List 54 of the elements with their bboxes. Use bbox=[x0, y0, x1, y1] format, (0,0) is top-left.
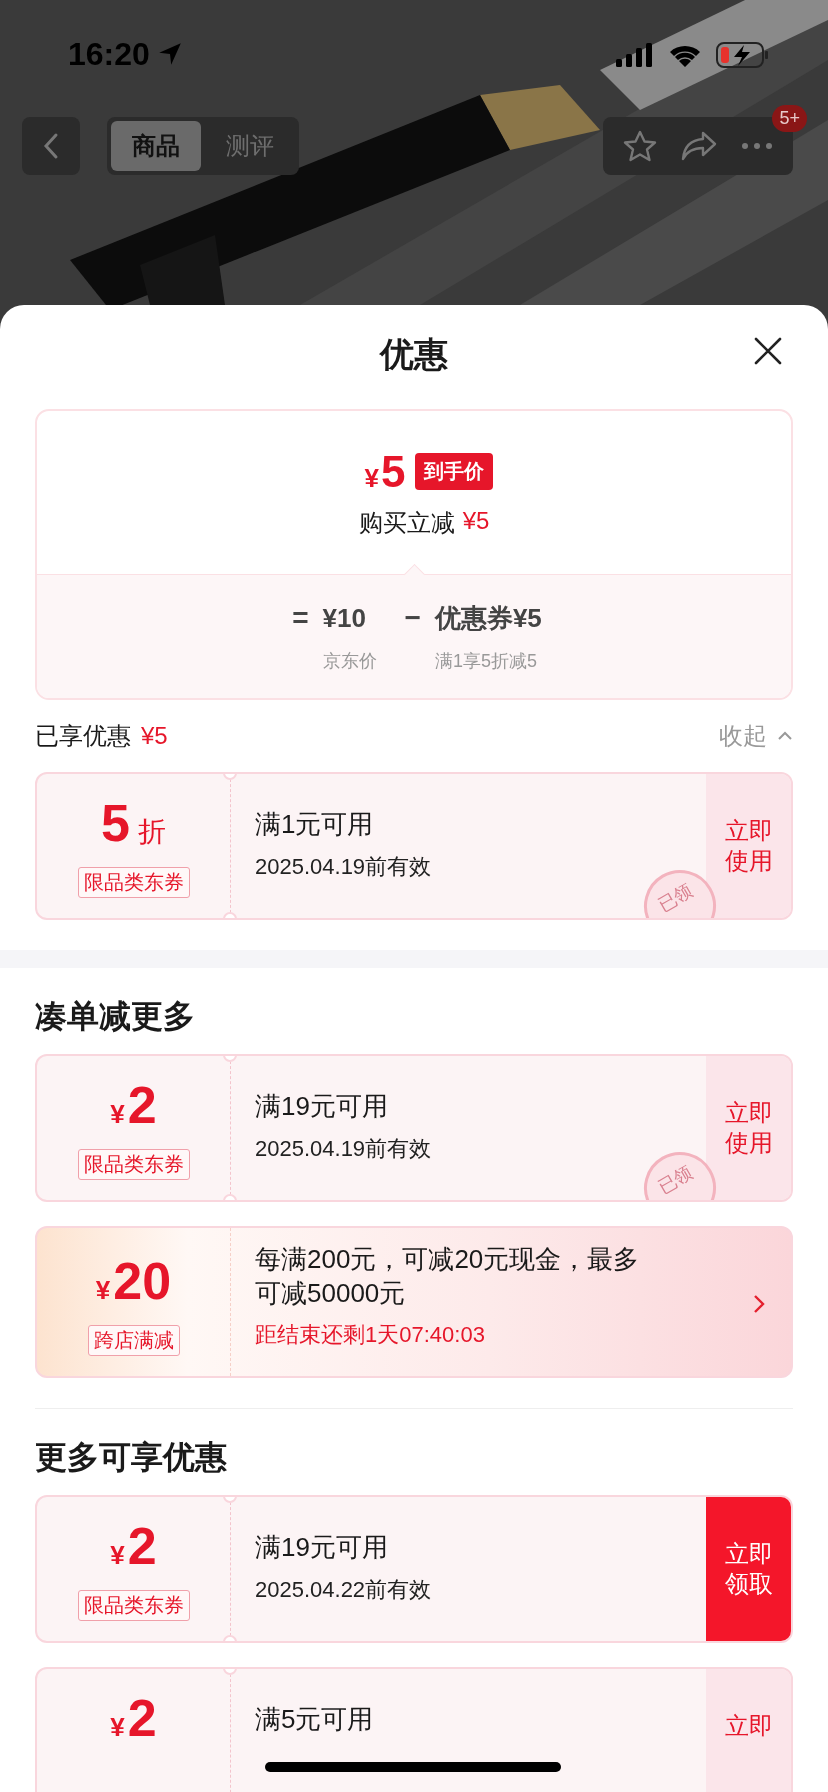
battery-icon bbox=[716, 42, 770, 68]
applied-amount: ¥5 bbox=[141, 722, 168, 750]
price-value: ¥10 bbox=[322, 601, 367, 635]
coupon-amount: ¥2 bbox=[110, 1517, 157, 1577]
applied-label: 已享优惠 bbox=[35, 721, 131, 751]
location-arrow-icon bbox=[157, 42, 182, 66]
share-icon[interactable] bbox=[681, 131, 717, 161]
operator-sign: − bbox=[404, 600, 421, 635]
coupon-condition: 满19元可用 bbox=[255, 1531, 389, 1563]
final-price: ¥5 bbox=[364, 446, 406, 497]
status-time: 16:20 bbox=[68, 36, 150, 72]
coupon-button[interactable]: 立即使用 bbox=[706, 774, 791, 918]
tab[interactable]: 测评 bbox=[205, 121, 295, 171]
coupon-tag: 限品类东券 bbox=[77, 1149, 190, 1180]
promo-description: 每满200元，可减20元现金，最多可减50000元 bbox=[255, 1243, 641, 1310]
coupon-amount: ¥20 bbox=[95, 1252, 172, 1312]
coupon-button[interactable]: 立即领取 bbox=[706, 1497, 791, 1641]
close-icon[interactable] bbox=[754, 337, 782, 365]
coupon-condition: 满1元可用 bbox=[255, 808, 375, 840]
section-heading: 凑单减更多 bbox=[34, 997, 196, 1036]
star-icon[interactable] bbox=[623, 130, 657, 162]
coupon-validity: 2025.04.19前有效 bbox=[255, 853, 433, 881]
section-heading: 更多可享优惠 bbox=[34, 1438, 228, 1477]
saving-amount: ¥5 bbox=[462, 506, 490, 536]
coupon-condition: 满5元可用 bbox=[255, 1703, 375, 1735]
wifi-icon bbox=[668, 43, 702, 67]
price-value: 优惠券¥5 bbox=[434, 601, 542, 635]
coupon-tag: 跨店满减 bbox=[87, 1325, 180, 1356]
more-icon[interactable] bbox=[741, 142, 773, 150]
price-label: 满1享5折减5 bbox=[434, 649, 538, 673]
coupon-tag: 限品类东券 bbox=[77, 1590, 190, 1621]
coupon-button[interactable]: 立即 bbox=[706, 1669, 791, 1792]
coupon-tag: 限品类东券 bbox=[77, 867, 190, 898]
signal-icon bbox=[616, 43, 654, 67]
coupon-validity: 2025.04.19前有效 bbox=[255, 1135, 433, 1163]
chevron-right-icon bbox=[753, 1294, 765, 1314]
operator-sign: = bbox=[292, 600, 309, 635]
price-label: 京东价 bbox=[322, 649, 377, 673]
tab[interactable]: 商品 bbox=[111, 121, 201, 171]
sheet-title: 优惠 bbox=[380, 334, 448, 375]
coupon-amount: ¥2 bbox=[110, 1076, 157, 1136]
promo-card[interactable]: ¥20 跨店满减 每满200元，可减20元现金，最多可减50000元 距结束还剩1天07:40:03 bbox=[35, 1226, 793, 1378]
coupon-condition: 满19元可用 bbox=[255, 1090, 389, 1122]
coupon-validity: 2025.04.22前有效 bbox=[255, 1576, 433, 1604]
chevron-up-icon bbox=[777, 731, 793, 741]
coupon-amount: 5 折 bbox=[101, 794, 166, 854]
price-badge: 到手价 bbox=[415, 453, 494, 490]
back-chevron-icon bbox=[43, 132, 59, 160]
coupon-amount: ¥2 bbox=[110, 1689, 157, 1749]
collapse-toggle[interactable]: 收起 bbox=[719, 720, 793, 752]
back-button[interactable] bbox=[22, 117, 80, 175]
countdown-text: 距结束还剩1天07:40:03 bbox=[255, 1321, 486, 1349]
coupon-button[interactable]: 立即使用 bbox=[706, 1056, 791, 1200]
saving-label: 购买立减 bbox=[358, 507, 455, 538]
